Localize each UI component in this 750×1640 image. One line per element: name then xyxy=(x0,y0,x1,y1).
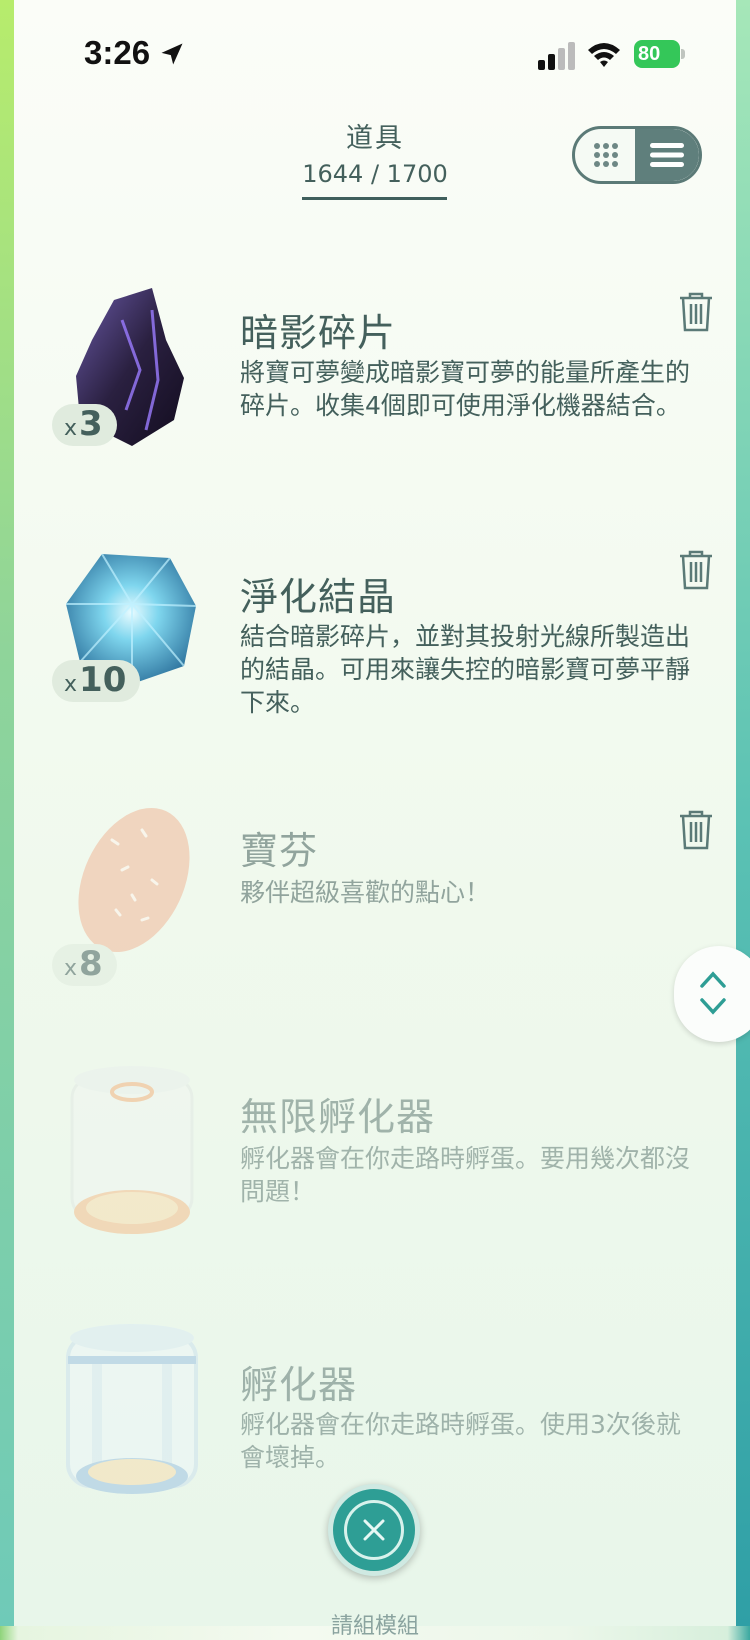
list-item[interactable]: x 10 淨化結晶 結合暗影碎片，並對其投射光線所製造出的結晶。可用來讓失控的暗… xyxy=(0,544,750,744)
qty-prefix: x xyxy=(64,416,78,441)
trash-icon[interactable] xyxy=(676,808,716,852)
quantity-badge: x 3 xyxy=(52,404,117,446)
item-name: 暗影碎片 xyxy=(240,311,397,355)
item-name: 淨化結晶 xyxy=(240,575,397,619)
count-underline xyxy=(302,197,447,200)
qty-value: 3 xyxy=(79,404,103,444)
qty-value: 8 xyxy=(79,944,103,984)
item-description: 孵化器會在你走路時孵蛋。使用3次後就會壞掉。 xyxy=(240,1410,681,1472)
view-toggle[interactable] xyxy=(572,126,702,184)
grid-icon xyxy=(594,143,618,167)
list-item[interactable]: x 3 暗影碎片 將寶可夢變成暗影寶可夢的能量所產生的碎片。收集4個即可使用淨化… xyxy=(0,280,750,480)
list-item[interactable]: x 8 寶芬 夥伴超級喜歡的點心！ xyxy=(0,800,750,1000)
trash-icon[interactable] xyxy=(676,548,716,592)
qty-value: 10 xyxy=(79,660,127,700)
quantity-badge: x 8 xyxy=(52,944,117,986)
quantity-badge: x 10 xyxy=(52,660,141,702)
item-description: 孵化器會在你走路時孵蛋。要用幾次都沒問題！ xyxy=(240,1144,691,1206)
battery-level: 80 xyxy=(634,40,680,68)
close-button-ring xyxy=(344,1500,404,1560)
infinite-incubator-icon xyxy=(70,1066,194,1234)
cellular-signal-icon xyxy=(538,42,575,70)
close-icon xyxy=(363,1519,385,1541)
qty-prefix: x xyxy=(64,956,78,981)
item-name: 孵化器 xyxy=(240,1363,358,1407)
battery-indicator: 80 xyxy=(634,40,686,70)
item-name: 無限孵化器 xyxy=(240,1095,436,1139)
status-time: 3:26 xyxy=(84,34,151,71)
location-arrow-icon xyxy=(161,43,183,65)
item-name: 寶芬 xyxy=(240,829,319,873)
trash-icon[interactable] xyxy=(676,290,716,334)
item-description: 將寶可夢變成暗影寶可夢的能量所產生的碎片。收集4個即可使用淨化機器結合。 xyxy=(240,358,691,420)
list-view-button[interactable] xyxy=(635,129,699,181)
close-button[interactable] xyxy=(328,1484,420,1576)
wifi-icon xyxy=(588,43,620,67)
qty-prefix: x xyxy=(64,672,78,697)
bottom-label: 請組模組 xyxy=(330,1614,419,1639)
item-description: 結合暗影碎片，並對其投射光線所製造出的結晶。可用來讓失控的暗影寶可夢平靜下來。 xyxy=(240,622,691,717)
list-icon xyxy=(650,143,684,167)
chevron-up-down-icon xyxy=(700,971,726,1015)
battery-nub xyxy=(681,49,685,59)
grid-view-button[interactable] xyxy=(575,129,637,181)
item-description: 夥伴超級喜歡的點心！ xyxy=(240,878,491,907)
scroll-button[interactable] xyxy=(674,946,750,1042)
incubator-icon xyxy=(66,1324,198,1494)
list-item[interactable]: 無限孵化器 孵化器會在你走路時孵蛋。要用幾次都沒問題！ xyxy=(0,1060,750,1260)
